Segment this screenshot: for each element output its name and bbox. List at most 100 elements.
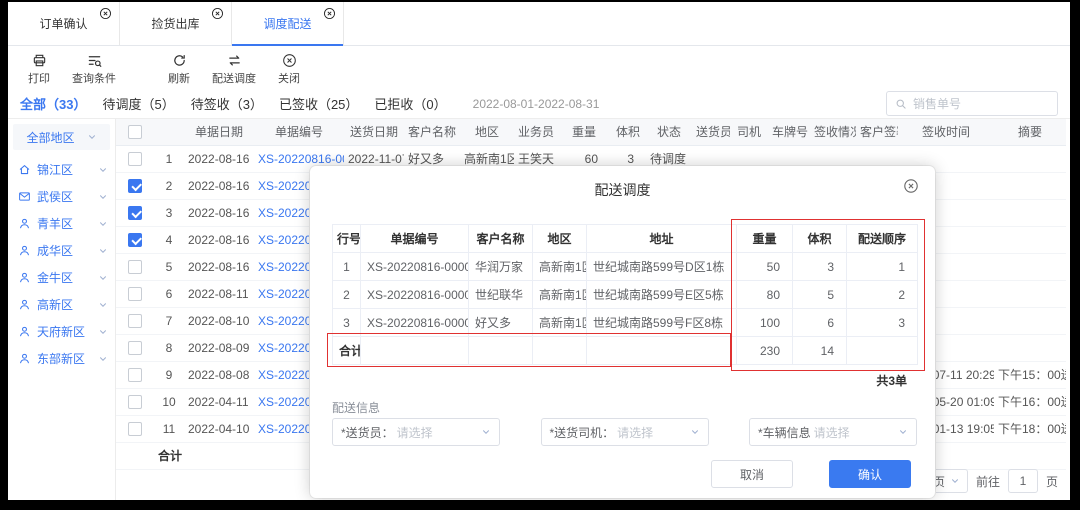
chevron-down-icon xyxy=(98,246,108,256)
mcell-region: 高新南1区 xyxy=(533,309,587,337)
row-checkbox[interactable] xyxy=(128,314,142,328)
delivery-select[interactable]: *送货员： 请选择 xyxy=(332,418,500,446)
row-checkbox[interactable] xyxy=(128,152,142,166)
order-count: 共3单 xyxy=(876,372,907,389)
col-status: 状态 xyxy=(646,119,692,145)
mcol-address: 地址 xyxy=(587,225,737,253)
status-filter-tab[interactable]: 待调度（5） xyxy=(102,94,174,113)
mcell-volume: 5 xyxy=(793,281,847,309)
status-filter-tab[interactable]: 已拒收（0） xyxy=(374,94,446,113)
toolbar-label: 查询条件 xyxy=(72,70,116,86)
mcell-line-no: 3 xyxy=(333,309,361,337)
row-checkbox[interactable] xyxy=(128,233,142,247)
row-checkbox[interactable] xyxy=(128,206,142,220)
row-checkbox[interactable] xyxy=(128,368,142,382)
mcell-region: 高新南1区 xyxy=(533,281,587,309)
row-checkbox[interactable] xyxy=(128,287,142,301)
search-input[interactable] xyxy=(913,97,1049,111)
tab-close-icon[interactable] xyxy=(99,7,112,20)
header-checkbox-cell xyxy=(116,119,154,145)
status-filter-tab[interactable]: 待签收（3） xyxy=(191,94,263,113)
chevron-down-icon xyxy=(98,219,108,229)
delivery-select[interactable]: *车辆信息 请选择 xyxy=(749,418,917,446)
tab-close-icon[interactable] xyxy=(323,7,336,20)
toolbar-button[interactable]: 查询条件 xyxy=(72,53,116,86)
mcell-delivery-order[interactable]: 2 xyxy=(847,281,918,309)
cell-index: 6 xyxy=(154,280,184,307)
cell-checkbox xyxy=(116,388,154,415)
mcell-doc-no: XS-20220816-000017 xyxy=(361,253,469,281)
mcol-customer: 客户名称 xyxy=(469,225,533,253)
cell-checkbox xyxy=(116,307,154,334)
col-weight: 重量 xyxy=(558,119,610,145)
col-deliverer: 送货员 xyxy=(692,119,730,145)
region-item[interactable]: 天府新区 xyxy=(8,318,115,345)
mcell-delivery-order[interactable]: 3 xyxy=(847,309,918,337)
region-item[interactable]: 成华区 xyxy=(8,237,115,264)
mcol-line-no: 行号 xyxy=(333,225,361,253)
user-icon xyxy=(18,217,31,230)
confirm-button[interactable]: 确认 xyxy=(829,460,911,488)
cancel-button[interactable]: 取消 xyxy=(711,460,793,488)
cell-doc-date: 2022-08-16 xyxy=(184,145,254,172)
region-item[interactable]: 锦江区 xyxy=(8,156,115,183)
toolbar-button[interactable]: 刷新 xyxy=(164,53,194,86)
mcol-doc-no: 单据编号 xyxy=(361,225,469,253)
dispatch-total-weight: 230 xyxy=(737,337,793,365)
mcell-volume: 6 xyxy=(793,309,847,337)
cell-doc-date: 2022-08-11 xyxy=(184,280,254,307)
chevron-down-icon xyxy=(98,192,108,202)
mcell-empty xyxy=(847,337,918,365)
chevron-down-icon xyxy=(898,427,908,437)
row-checkbox[interactable] xyxy=(128,422,142,436)
cell-index: 5 xyxy=(154,253,184,280)
mcell-doc-no: XS-20220816-000016 xyxy=(361,281,469,309)
orders-total-label: 合计 xyxy=(154,442,184,469)
row-checkbox[interactable] xyxy=(128,341,142,355)
mcell-empty xyxy=(361,337,469,365)
cell-doc-date: 2022-08-16 xyxy=(184,226,254,253)
dispatch-table-header: 行号 单据编号 客户名称 地区 地址 重量 体积 配送顺序 xyxy=(333,225,918,253)
row-checkbox[interactable] xyxy=(128,395,142,409)
region-label: 武侯区 xyxy=(37,188,98,205)
col-salesman: 业务员 xyxy=(514,119,558,145)
document-tab[interactable]: 捡货出库 xyxy=(120,2,232,45)
region-label: 高新区 xyxy=(37,296,98,313)
region-item[interactable]: 武侯区 xyxy=(8,183,115,210)
col-doc-no: 单据编号 xyxy=(254,119,344,145)
toolbar-button[interactable]: 配送调度 xyxy=(212,53,256,86)
user-icon xyxy=(18,325,31,338)
row-checkbox[interactable] xyxy=(128,179,142,193)
mcell-region: 高新南1区 xyxy=(533,253,587,281)
cell-checkbox xyxy=(116,415,154,442)
dispatch-row: 3 XS-20220816-000015 好又多 高新南1区 世纪城南路599号… xyxy=(333,309,918,337)
select-all-checkbox[interactable] xyxy=(128,125,142,139)
status-filter-tab[interactable]: 已签收（25） xyxy=(279,94,358,113)
modal-close-icon[interactable] xyxy=(903,178,919,194)
tab-label: 订单确认 xyxy=(39,15,87,32)
toolbar-button[interactable]: 关闭 xyxy=(274,53,304,86)
delivery-select[interactable]: *送货司机： 请选择 xyxy=(541,418,709,446)
user-icon xyxy=(18,271,31,284)
goto-label: 前往 xyxy=(976,473,1000,490)
region-item[interactable]: 高新区 xyxy=(8,291,115,318)
region-item[interactable]: 金牛区 xyxy=(8,264,115,291)
status-filter-tab[interactable]: 全部（33） xyxy=(20,94,86,113)
cell-doc-date: 2022-08-16 xyxy=(184,172,254,199)
mcell-delivery-order[interactable]: 1 xyxy=(847,253,918,281)
document-tab[interactable]: 订单确认 xyxy=(8,2,120,45)
toolbar-button[interactable]: 打印 xyxy=(24,53,54,86)
mcell-address: 世纪城南路599号F区8栋 xyxy=(587,309,737,337)
all-regions-select[interactable]: 全部地区 xyxy=(13,124,110,150)
row-checkbox[interactable] xyxy=(128,260,142,274)
filter-bar: 全部（33） 待调度（5） 待签收（3） 已签收（25） 已拒收（0） 2022… xyxy=(8,89,1070,119)
document-tab[interactable]: 调度配送 xyxy=(232,2,344,45)
refresh-icon xyxy=(172,53,187,68)
region-label: 金牛区 xyxy=(37,269,98,286)
goto-page-input[interactable] xyxy=(1008,469,1038,493)
tab-close-icon[interactable] xyxy=(211,7,224,20)
doc-no-link[interactable]: XS-20220816-000018 xyxy=(258,152,344,166)
region-item[interactable]: 东部新区 xyxy=(8,345,115,372)
region-item[interactable]: 青羊区 xyxy=(8,210,115,237)
mcell-line-no: 2 xyxy=(333,281,361,309)
